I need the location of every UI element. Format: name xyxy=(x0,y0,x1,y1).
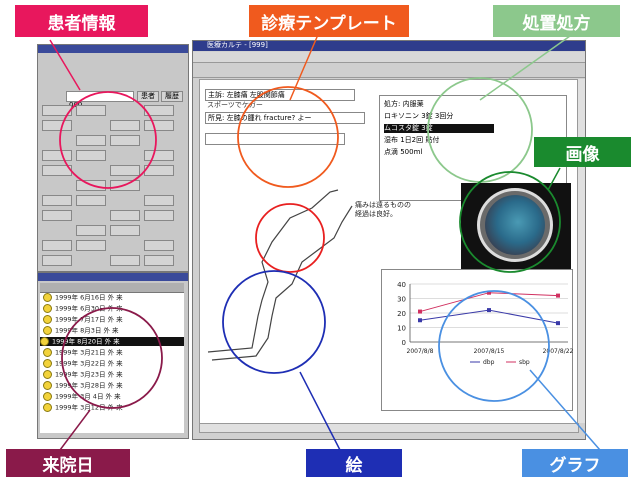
label-image: 画像 xyxy=(534,137,631,167)
annotation-overlay: 0 10 20 30 40 2007/8/8 2007/8/15 2007/8/22 dbp sb… xyxy=(49,29,601,451)
chart-x-tick-label: 2007/8/15 xyxy=(474,348,505,355)
chart-legend-label: sbp xyxy=(519,359,530,366)
chart-data-point xyxy=(418,309,422,314)
circle-visit-date xyxy=(61,307,163,409)
circle-drawing xyxy=(222,270,326,374)
chart-data-point xyxy=(556,293,560,298)
chart-legend-label: dbp xyxy=(483,359,495,366)
chart-y-tick-label: 30 xyxy=(397,296,406,304)
label-graph: グラフ xyxy=(522,449,628,477)
label-prescription: 処置処方 xyxy=(493,5,620,37)
label-patient-info: 患者情報 xyxy=(15,5,148,37)
callout-line-patient-info xyxy=(49,39,81,91)
chart-data-point xyxy=(418,318,422,323)
chart-y-tick-label: 20 xyxy=(397,310,406,318)
circle-image xyxy=(459,171,561,273)
line-chart: 0 10 20 30 40 2007/8/8 2007/8/15 2007/8/22 dbp sb… xyxy=(397,281,573,366)
chart-x-tick-label: 2007/8/8 xyxy=(407,348,434,355)
label-drawing: 絵 xyxy=(306,449,402,477)
circle-patient-info xyxy=(59,91,157,189)
circle-template xyxy=(237,86,339,188)
chart-y-tick-label: 10 xyxy=(397,325,406,333)
callout-line-prescription xyxy=(479,35,571,101)
label-template: 診療テンプレート xyxy=(249,5,409,37)
chart-x-tick-label: 2007/8/22 xyxy=(543,348,574,355)
callout-line-graph xyxy=(529,369,601,451)
leg-sketch xyxy=(207,189,353,361)
callout-line-drawing xyxy=(299,371,341,451)
chart-data-point xyxy=(487,308,491,313)
circle-prescription xyxy=(427,77,533,183)
chart-data-point xyxy=(556,321,560,326)
circle-graph xyxy=(438,290,550,402)
callout-line-image xyxy=(547,167,561,191)
label-visit-date: 来院日 xyxy=(6,449,130,477)
circle-red-detail xyxy=(255,203,325,273)
chart-y-tick-label: 0 xyxy=(402,339,406,347)
callout-line-visit-date xyxy=(59,409,91,451)
chart-y-tick-label: 40 xyxy=(397,281,406,289)
